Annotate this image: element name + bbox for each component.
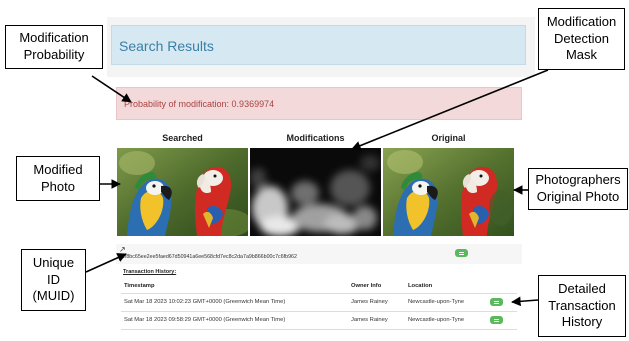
callout-line: Modification [546, 14, 617, 30]
callout-line: ID [47, 271, 60, 287]
callout-line: Transaction [548, 297, 616, 313]
callout-line: Detection [554, 30, 609, 46]
callout-line: Photo [41, 178, 75, 194]
detection-mask-callout: Modification Detection Mask [538, 8, 625, 70]
callout-line: Unique [32, 255, 75, 271]
callout-line: (MUID) [32, 288, 75, 304]
transaction-history-callout: Detailed Transaction History [538, 275, 626, 337]
muid-arrow [85, 253, 127, 273]
callout-line: Detailed [558, 281, 606, 297]
callout-line: Modified [33, 161, 83, 177]
history-arrow [511, 296, 539, 307]
modification-probability-callout: Modification Probability [5, 25, 103, 69]
original-photo-callout: Photographers Original Photo [528, 168, 628, 210]
callout-line: Photographers [535, 172, 621, 188]
callout-line: Modification [19, 30, 89, 46]
modified-photo-callout: Modified Photo [16, 156, 100, 201]
callout-line: Mask [565, 47, 598, 63]
callout-line: Original Photo [536, 189, 620, 204]
mask-arrow [351, 69, 549, 151]
muid-callout: Unique ID (MUID) [21, 249, 86, 311]
probability-arrow [91, 75, 132, 103]
callout-line: History [561, 314, 603, 330]
callout-line: Probability [23, 47, 85, 62]
